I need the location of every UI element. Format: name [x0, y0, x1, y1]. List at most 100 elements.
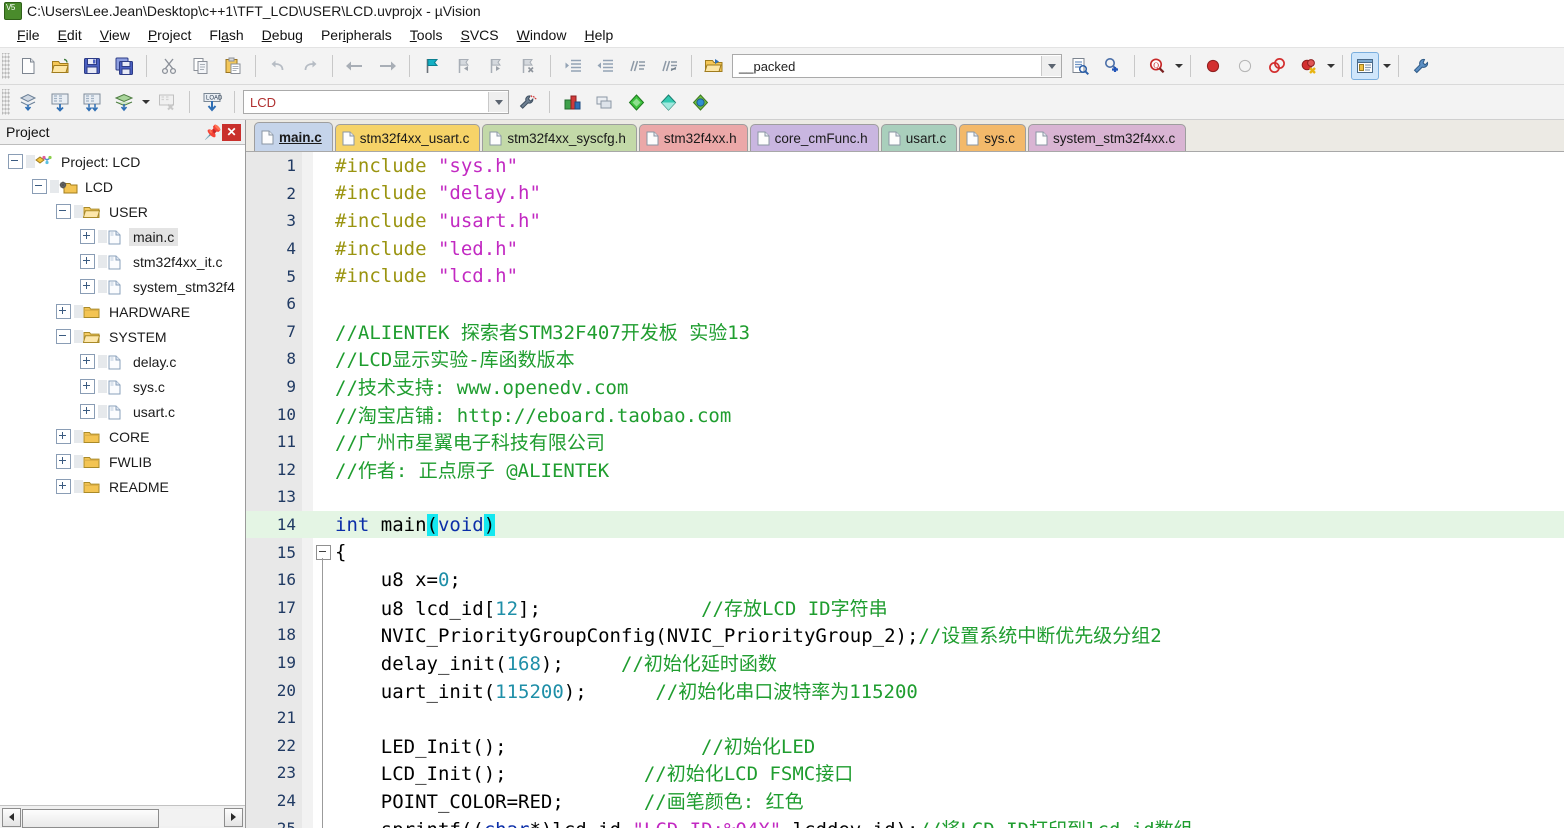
cut-icon[interactable] [155, 52, 183, 80]
tree-item-system[interactable]: SYSTEM [0, 324, 245, 349]
save-icon[interactable] [78, 52, 106, 80]
menu-edit[interactable]: Edit [49, 25, 91, 45]
editor-tab-stm32f4xx-syscfg-h[interactable]: stm32f4xx_syscfg.h [482, 124, 637, 151]
code-line[interactable]: 9 //技术支持: www.openedv.com [246, 373, 1564, 401]
tree-item-hardware[interactable]: HARDWARE [0, 299, 245, 324]
incremental-find-icon[interactable] [1098, 52, 1126, 80]
collapse-icon[interactable] [32, 179, 47, 194]
code-line[interactable]: 5 #include "lcd.h" [246, 262, 1564, 290]
scroll-left-icon[interactable] [2, 807, 21, 827]
code-line[interactable]: 20 uart_init(115200); //初始化串口波特率为115200 [246, 676, 1564, 704]
toolbar-grip[interactable] [2, 53, 10, 79]
tree-item-usart-c[interactable]: usart.c [0, 399, 245, 424]
menu-peripherals[interactable]: Peripherals [312, 25, 401, 45]
breakpoint-enable-icon[interactable] [1231, 52, 1259, 80]
tree-item-lcd[interactable]: LCD [0, 174, 245, 199]
scroll-right-icon[interactable] [224, 807, 243, 827]
pin-icon[interactable]: 📌 [204, 123, 222, 141]
code-line[interactable]: 15 { [246, 538, 1564, 828]
save-all-icon[interactable] [110, 52, 138, 80]
copy-icon[interactable] [187, 52, 215, 80]
expand-icon[interactable] [80, 254, 95, 269]
paste-icon[interactable] [219, 52, 247, 80]
new-file-icon[interactable] [14, 52, 42, 80]
target-combo[interactable]: LCD [243, 90, 509, 114]
svcs-icon[interactable] [686, 88, 714, 116]
find-in-files-icon[interactable] [1066, 52, 1094, 80]
open-in-browser-icon[interactable] [700, 52, 728, 80]
code-line[interactable]: 23 LCD_Init(); //初始化LCD FSMC接口 [246, 759, 1564, 787]
breakpoint-dropdown-caret-icon[interactable] [1325, 53, 1336, 79]
tree-item-stm32f4xx-it-c[interactable]: stm32f4xx_it.c [0, 249, 245, 274]
navigate-back-icon[interactable] [341, 52, 369, 80]
manage-project-items-icon[interactable] [558, 88, 586, 116]
translate-icon[interactable] [14, 88, 42, 116]
navigate-forward-icon[interactable] [373, 52, 401, 80]
breakpoint-disable-all-icon[interactable] [1263, 52, 1291, 80]
expand-icon[interactable] [80, 354, 95, 369]
code-line[interactable]: 13 [246, 483, 1564, 511]
code-line[interactable]: 12 //作者: 正点原子 @ALIENTEK [246, 456, 1564, 484]
code-editor[interactable]: 1 #include "sys.h" 2 #include "delay.h" 3 #in… [246, 152, 1564, 828]
tree-item-readme[interactable]: README [0, 474, 245, 499]
tree-item-delay-c[interactable]: delay.c [0, 349, 245, 374]
expand-icon[interactable] [80, 404, 95, 419]
expand-icon[interactable] [56, 454, 71, 469]
load-icon[interactable]: LOAD [198, 88, 226, 116]
code-line[interactable]: 22 LED_Init(); //初始化LED [246, 731, 1564, 759]
editor-tab-main-c[interactable]: main.c [254, 122, 333, 151]
code-line[interactable]: 7 //ALIENTEK 探索者STM32F407开发板 实验13 [246, 318, 1564, 346]
batch-build-icon[interactable] [110, 88, 138, 116]
editor-tab-system-stm32f4xx-c[interactable]: system_stm32f4xx.c [1027, 124, 1187, 151]
components-icon[interactable] [622, 88, 650, 116]
indent-icon[interactable] [559, 52, 587, 80]
bookmark-toggle-icon[interactable] [418, 52, 446, 80]
code-line[interactable]: 24 POINT_COLOR=RED; //画笔颜色: 红色 [246, 787, 1564, 815]
close-icon[interactable]: ✕ [222, 123, 241, 141]
menu-window[interactable]: Window [508, 25, 576, 45]
code-line[interactable]: 4 #include "led.h" [246, 235, 1564, 263]
editor-tab-core-cmfunc-h[interactable]: core_cmFunc.h [749, 124, 879, 151]
expand-icon[interactable] [80, 279, 95, 294]
redo-icon[interactable] [296, 52, 324, 80]
tree-item-project-lcd[interactable]: Project: LCD [0, 149, 245, 174]
tree-item-main-c[interactable]: main.c [0, 224, 245, 249]
code-line[interactable]: 19 delay_init(168); //初始化延时函数 [246, 649, 1564, 677]
scroll-track[interactable] [22, 808, 223, 828]
menu-file[interactable]: File [8, 25, 49, 45]
expand-icon[interactable] [56, 429, 71, 444]
menu-view[interactable]: View [91, 25, 139, 45]
editor-tab-usart-c[interactable]: usart.c [880, 124, 958, 151]
tree-item-system-stm32f4[interactable]: system_stm32f4 [0, 274, 245, 299]
expand-icon[interactable] [56, 304, 71, 319]
tree-item-fwlib[interactable]: FWLIB [0, 449, 245, 474]
uncomment-icon[interactable] [655, 52, 683, 80]
toolbar-grip[interactable] [2, 89, 10, 115]
stop-build-icon[interactable] [153, 88, 181, 116]
code-line[interactable]: 21 [246, 704, 1564, 732]
project-horizontal-scrollbar[interactable] [0, 805, 245, 828]
windows-dropdown-caret-icon[interactable] [1381, 53, 1392, 79]
code-line[interactable]: 18 NVIC_PriorityGroupConfig(NVIC_Priorit… [246, 621, 1564, 649]
batch-build-caret-icon[interactable] [140, 89, 151, 115]
scroll-thumb[interactable] [22, 808, 159, 828]
code-line[interactable]: 16 u8 x=0; [246, 566, 1564, 594]
target-name[interactable]: LCD [244, 95, 488, 110]
tree-item-user[interactable]: USER [0, 199, 245, 224]
chevron-down-icon[interactable] [488, 92, 508, 112]
fold-collapse-icon[interactable] [316, 545, 331, 561]
manage-windows-icon[interactable] [1351, 52, 1379, 80]
bookmark-next-icon[interactable] [482, 52, 510, 80]
comment-icon[interactable] [623, 52, 651, 80]
code-line[interactable]: 6 [246, 290, 1564, 318]
find-input[interactable]: __packed [733, 59, 1041, 74]
code-line[interactable]: 14 int main(void) [246, 510, 1564, 539]
tree-item-sys-c[interactable]: sys.c [0, 374, 245, 399]
collapse-icon[interactable] [56, 329, 71, 344]
tree-item-core[interactable]: CORE [0, 424, 245, 449]
multi-project-icon[interactable] [590, 88, 618, 116]
expand-icon[interactable] [56, 479, 71, 494]
undo-icon[interactable] [264, 52, 292, 80]
collapse-icon[interactable] [56, 204, 71, 219]
editor-tab-sys-c[interactable]: sys.c [959, 124, 1026, 151]
